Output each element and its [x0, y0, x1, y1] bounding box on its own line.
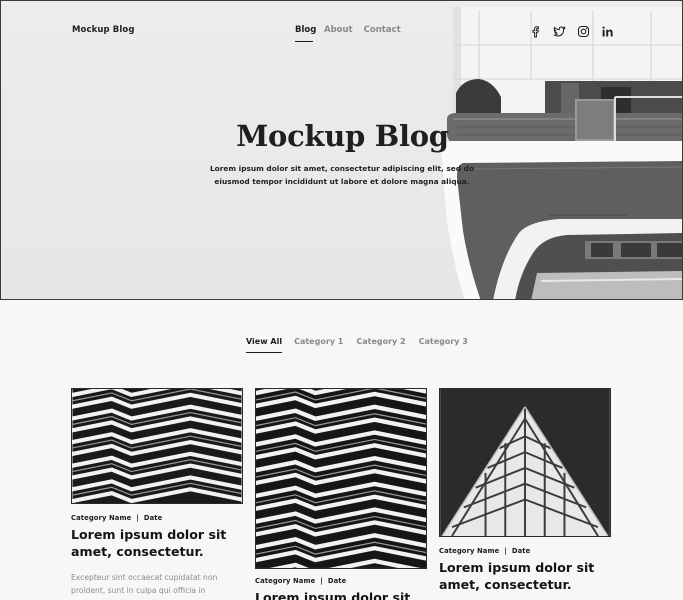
- main-nav: Blog About Contact: [295, 25, 401, 42]
- linkedin-icon[interactable]: [601, 23, 614, 37]
- post-title[interactable]: Lorem ipsum dolor sit amet, consectetur.: [439, 559, 611, 593]
- tab-category-3[interactable]: Category 3: [419, 337, 468, 353]
- post-thumbnail[interactable]: [439, 388, 611, 537]
- post-card[interactable]: Category Name | Date Lorem ipsum dolor s…: [439, 388, 611, 593]
- tab-category-1[interactable]: Category 1: [294, 337, 343, 353]
- hero-section: Mockup Blog Blog About Contact Mockup Bl…: [0, 0, 683, 300]
- hero-title: Mockup Blog: [236, 119, 449, 153]
- post-meta: Category Name | Date: [71, 514, 163, 522]
- post-thumbnail[interactable]: [71, 388, 243, 504]
- social-links: [529, 23, 614, 38]
- post-title[interactable]: Lorem ipsum dolor sit amet, consectetur.: [71, 526, 243, 560]
- site-logo[interactable]: Mockup Blog: [72, 25, 135, 35]
- facebook-icon[interactable]: [529, 23, 542, 38]
- post-card[interactable]: Category Name | Date Lorem ipsum dolor s…: [255, 388, 427, 600]
- post-card[interactable]: Category Name | Date Lorem ipsum dolor s…: [71, 388, 243, 597]
- post-meta: Category Name | Date: [255, 577, 347, 585]
- instagram-icon[interactable]: [577, 23, 590, 38]
- post-title[interactable]: Lorem ipsum dolor sit: [255, 589, 427, 600]
- tab-category-2[interactable]: Category 2: [356, 337, 405, 353]
- hero-subtitle: Lorem ipsum dolor sit amet, consectetur …: [209, 164, 475, 186]
- nav-contact-link[interactable]: Contact: [364, 25, 401, 42]
- post-thumbnail[interactable]: [255, 388, 427, 569]
- post-meta: Category Name | Date: [439, 547, 531, 555]
- post-excerpt: Excepteur sint occaecat cupidatat non pr…: [71, 573, 218, 595]
- nav-about-link[interactable]: About: [324, 25, 353, 42]
- tab-view-all[interactable]: View All: [246, 337, 283, 353]
- twitter-icon[interactable]: [553, 23, 566, 37]
- nav-blog-link[interactable]: Blog: [295, 25, 316, 42]
- category-filter-tabs: View All Category 1 Category 2 Category …: [246, 337, 468, 353]
